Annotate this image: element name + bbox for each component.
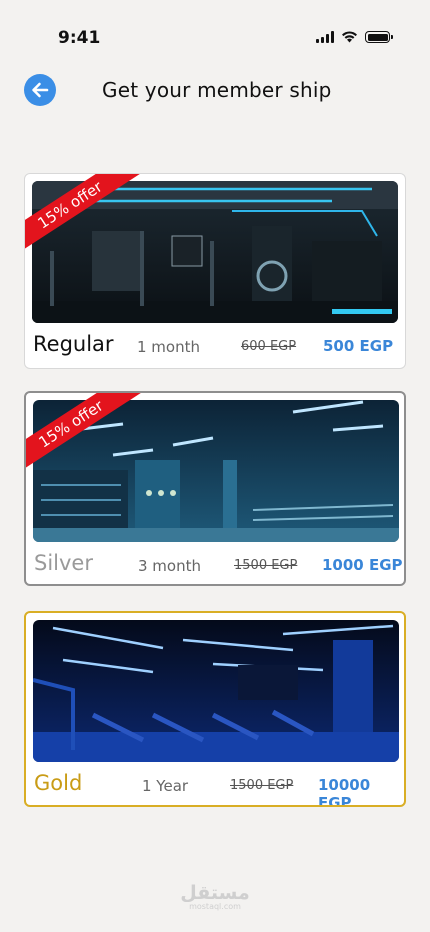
new-price: 1000 EGP	[322, 556, 403, 574]
page-title: Get your member ship	[102, 78, 332, 102]
plan-duration: 1 month	[137, 338, 200, 356]
header: Get your member ship	[0, 72, 430, 108]
signal-icon	[316, 31, 334, 43]
plan-card-gold[interactable]: Gold 1 Year 1500 EGP 10000 EGP	[24, 611, 406, 807]
gym-photo	[33, 400, 399, 542]
gym-photo	[33, 620, 399, 762]
battery-icon	[365, 31, 393, 43]
arrow-left-icon	[32, 82, 49, 98]
watermark-logo: مستقل	[180, 882, 250, 904]
plan-duration: 1 Year	[142, 777, 189, 795]
watermark-url: mostaql.com	[189, 902, 241, 911]
plan-duration: 3 month	[138, 557, 201, 575]
new-price: 500 EGP	[323, 337, 394, 355]
old-price: 600 EGP	[241, 339, 297, 354]
old-price: 1500 EGP	[230, 778, 294, 793]
old-price: 1500 EGP	[234, 558, 298, 573]
plan-name: Gold	[34, 771, 83, 795]
plan-info-row: Gold 1 Year 1500 EGP 10000 EGP	[26, 769, 404, 805]
plan-info-row: Regular 1 month 600 EGP 500 EGP	[25, 330, 405, 362]
status-bar: 9:41	[0, 0, 430, 60]
status-time: 9:41	[58, 28, 101, 48]
new-price: 10000 EGP	[318, 776, 371, 807]
back-button[interactable]	[24, 74, 56, 106]
plan-card-regular[interactable]: 15% offer Regular 1 month 600 EGP 500 EG…	[24, 173, 406, 369]
wifi-icon	[342, 31, 357, 43]
plan-name: Regular	[33, 332, 114, 356]
watermark: مستقل mostaql.com	[0, 882, 430, 911]
plan-info-row: Silver 3 month 1500 EGP 1000 EGP	[26, 549, 404, 581]
plan-name: Silver	[34, 551, 93, 575]
plan-card-silver[interactable]: 15% offer Silver 3 month 1500 EGP 1000 E…	[24, 391, 406, 586]
status-icons	[316, 31, 393, 43]
gym-photo	[32, 181, 398, 323]
